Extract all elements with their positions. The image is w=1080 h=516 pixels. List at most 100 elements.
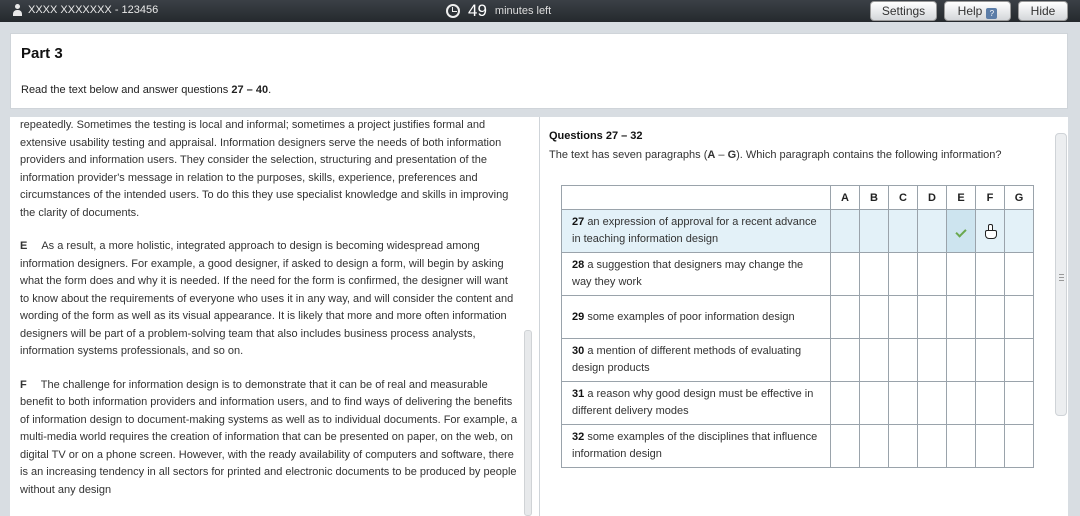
answer-cell-g[interactable]: [1004, 209, 1034, 253]
paragraph-letter: F: [20, 378, 27, 391]
grid-corner: [561, 185, 831, 210]
answer-cell-c[interactable]: [888, 295, 918, 339]
paragraph-letter: E: [20, 240, 28, 252]
answer-cell-c[interactable]: [888, 209, 918, 253]
question-text-cell: 29 some examples of poor information des…: [561, 295, 831, 339]
question-text: a reason why good design must be effecti…: [572, 388, 814, 417]
answer-cell-e[interactable]: [946, 424, 976, 468]
question-text-cell: 31 a reason why good design must be effe…: [561, 381, 831, 425]
reading-passage-panel[interactable]: repeatedly. Sometimes the testing is loc…: [10, 117, 540, 516]
help-button[interactable]: Help?: [944, 1, 1011, 21]
column-header-b: B: [859, 185, 889, 210]
answer-cell-a[interactable]: [830, 381, 860, 425]
questions-prompt: The text has seven paragraphs (A – G). W…: [549, 149, 1002, 161]
question-row: 28 a suggestion that designers may chang…: [561, 252, 1034, 296]
question-number: 31: [572, 388, 585, 400]
check-icon: [955, 226, 967, 238]
answer-cell-e[interactable]: [946, 295, 976, 339]
answer-cell-a[interactable]: [830, 295, 860, 339]
question-number: 28: [572, 259, 585, 271]
hand-cursor-icon: [985, 224, 997, 239]
timer-minutes: 49: [468, 1, 487, 20]
answer-cell-g[interactable]: [1004, 295, 1034, 339]
answer-cell-d[interactable]: [917, 338, 947, 382]
grid-header-row: ABCDEFG: [561, 185, 1034, 210]
prompt-dash: –: [715, 149, 728, 161]
matching-grid: ABCDEFG 27 an expression of approval for…: [561, 185, 1034, 468]
clock-icon: [446, 4, 460, 18]
timer-label: minutes left: [494, 5, 552, 17]
answer-cell-c[interactable]: [888, 424, 918, 468]
answer-cell-b[interactable]: [859, 381, 889, 425]
instruction-range: 27 – 40: [231, 84, 269, 96]
answer-cell-b[interactable]: [859, 209, 889, 253]
part-header: Part 3 Read the text below and answer qu…: [10, 33, 1068, 109]
answer-cell-d[interactable]: [917, 381, 947, 425]
settings-button[interactable]: Settings: [870, 1, 937, 21]
answer-cell-d[interactable]: [917, 209, 947, 253]
answer-cell-b[interactable]: [859, 295, 889, 339]
answer-cell-f[interactable]: [975, 295, 1005, 339]
prompt-letter-g: G: [727, 149, 737, 161]
answer-cell-c[interactable]: [888, 252, 918, 296]
question-row: 29 some examples of poor information des…: [561, 295, 1034, 339]
answer-cell-e[interactable]: [946, 338, 976, 382]
paragraph-text: The challenge for information design is …: [20, 378, 518, 496]
question-number: 30: [572, 345, 585, 357]
answer-cell-f[interactable]: [975, 338, 1005, 382]
answer-cell-a[interactable]: [830, 424, 860, 468]
candidate-label: XXXX XXXXXXX - 123456: [28, 4, 159, 16]
answer-cell-b[interactable]: [859, 338, 889, 382]
answer-cell-g[interactable]: [1004, 252, 1034, 296]
column-header-c: C: [888, 185, 918, 210]
reading-passage: repeatedly. Sometimes the testing is loc…: [20, 117, 520, 515]
answer-cell-b[interactable]: [859, 424, 889, 468]
answer-cell-d[interactable]: [917, 252, 947, 296]
question-text-cell: 30 a mention of different methods of eva…: [561, 338, 831, 382]
passage-scrollbar[interactable]: [524, 330, 532, 516]
hide-button[interactable]: Hide: [1018, 1, 1068, 21]
question-number: 29: [572, 310, 585, 323]
top-bar: XXXX XXXXXXX - 123456 49 minutes left Se…: [0, 0, 1080, 22]
instruction-end: .: [268, 84, 272, 96]
answer-cell-e[interactable]: [946, 381, 976, 425]
timer: 49 minutes left: [446, 1, 551, 21]
prompt-text: The text has seven paragraphs (: [549, 149, 708, 161]
column-header-e: E: [946, 185, 976, 210]
help-icon: ?: [986, 8, 998, 19]
answer-cell-c[interactable]: [888, 338, 918, 382]
answer-cell-d[interactable]: [917, 295, 947, 339]
questions-scrollbar[interactable]: [1055, 133, 1067, 416]
answer-cell-b[interactable]: [859, 252, 889, 296]
question-text: some examples of poor information design: [587, 310, 795, 323]
answer-cell-f[interactable]: [975, 424, 1005, 468]
column-header-d: D: [917, 185, 947, 210]
questions-heading: Questions 27 – 32: [549, 130, 643, 142]
passage-paragraph-f: F The challenge for information design is…: [20, 377, 520, 500]
page-title: Part 3: [21, 45, 63, 62]
question-number: 32: [572, 431, 585, 443]
question-text: an expression of approval for a recent a…: [572, 216, 817, 245]
answer-cell-a[interactable]: [830, 252, 860, 296]
answer-cell-d[interactable]: [917, 424, 947, 468]
column-header-g: G: [1004, 185, 1034, 210]
question-row: 30 a mention of different methods of eva…: [561, 338, 1034, 382]
question-row: 32 some examples of the disciplines that…: [561, 424, 1034, 468]
answer-cell-g[interactable]: [1004, 424, 1034, 468]
question-text: a suggestion that designers may change t…: [572, 259, 804, 288]
answer-cell-c[interactable]: [888, 381, 918, 425]
question-text: some examples of the disciplines that in…: [572, 431, 818, 460]
answer-cell-e[interactable]: [946, 252, 976, 296]
question-text: a mention of different methods of evalua…: [572, 345, 802, 374]
question-row: 31 a reason why good design must be effe…: [561, 381, 1034, 425]
answer-cell-e[interactable]: [946, 209, 976, 253]
candidate-info: XXXX XXXXXXX - 123456: [12, 4, 158, 16]
answer-cell-a[interactable]: [830, 209, 860, 253]
answer-cell-g[interactable]: [1004, 381, 1034, 425]
answer-cell-f[interactable]: [975, 209, 1005, 253]
answer-cell-f[interactable]: [975, 381, 1005, 425]
answer-cell-f[interactable]: [975, 252, 1005, 296]
person-icon: [12, 4, 23, 16]
answer-cell-g[interactable]: [1004, 338, 1034, 382]
answer-cell-a[interactable]: [830, 338, 860, 382]
